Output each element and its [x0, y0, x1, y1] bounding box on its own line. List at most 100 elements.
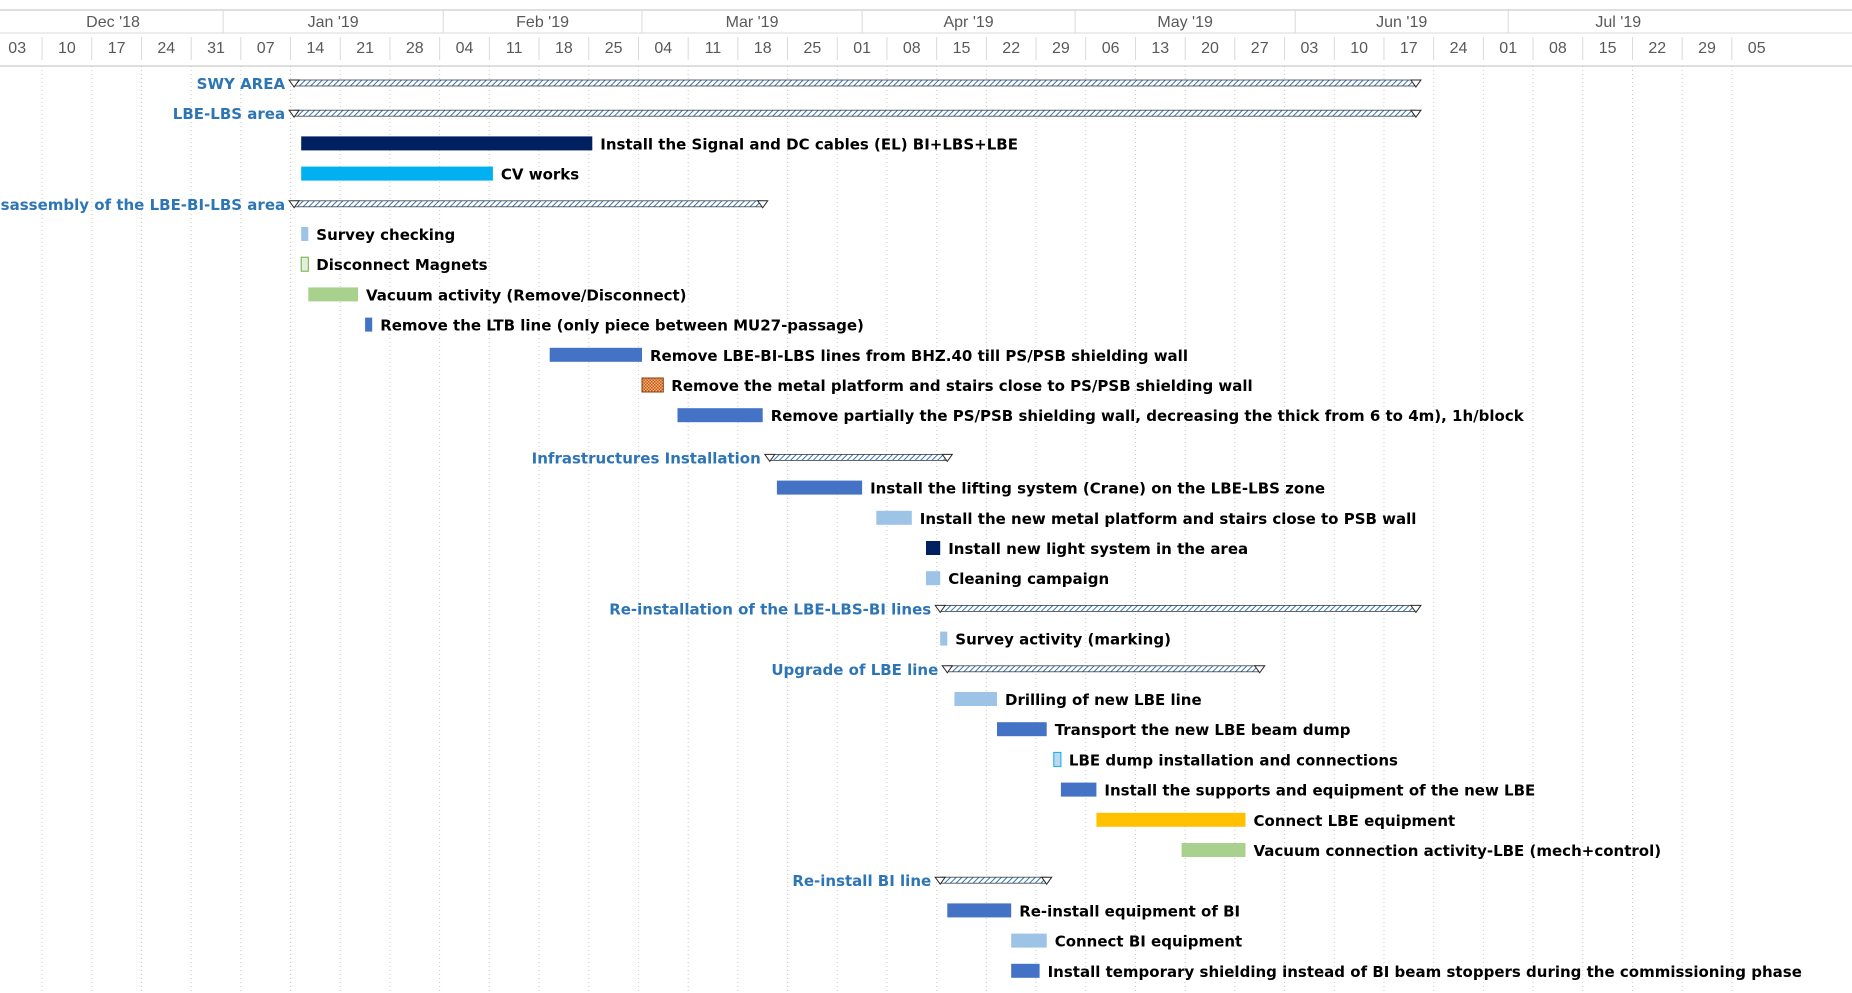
week-label: 15 [953, 40, 971, 57]
task-label: CV works [501, 166, 579, 184]
task-bar [926, 541, 941, 555]
task-bar [926, 571, 941, 586]
task-label: Install temporary shielding instead of B… [1048, 963, 1802, 981]
summary-bar [769, 453, 948, 461]
task-bar [954, 692, 997, 706]
task-label: Survey checking [316, 226, 455, 244]
task-bar [1011, 963, 1040, 978]
task-label: Cleaning campaign [948, 570, 1109, 588]
task-bar [549, 347, 642, 362]
week-label: 20 [1201, 40, 1219, 57]
summary-label: Re-install BI line [792, 872, 931, 890]
week-label: 03 [1301, 40, 1319, 57]
task-bar [776, 480, 863, 495]
task-label: Survey activity (marking) [955, 631, 1171, 649]
week-label: 11 [506, 40, 523, 57]
week-label: 29 [1052, 40, 1070, 57]
task-label: Install the Signal and DC cables (EL) BI… [600, 135, 1018, 153]
task-bars [288, 79, 1422, 978]
task-label: Vacuum activity (Remove/Disconnect) [366, 286, 687, 304]
week-label: 08 [1549, 40, 1567, 57]
task-label: Remove partially the PS/PSB shielding wa… [771, 407, 1525, 425]
week-label: 25 [605, 40, 623, 57]
summary-bar [939, 605, 1417, 612]
week-label: 14 [307, 40, 325, 57]
task-label: Install the new metal platform and stair… [920, 510, 1417, 528]
week-label: 13 [1151, 40, 1169, 57]
timescale-header: Dec '18 Jan '19 Feb '19 Mar '19 Apr '19 May '… [0, 9, 1852, 67]
month-label: Dec '18 [86, 14, 140, 31]
summary-bar [293, 109, 1417, 117]
task-label: LBE dump installation and connections [1069, 751, 1398, 769]
week-label: 24 [1450, 40, 1468, 57]
task-label: Re-install equipment of BI [1019, 902, 1240, 920]
week-label: 17 [1400, 40, 1418, 57]
task-bar [301, 227, 309, 241]
month-label: May '19 [1157, 14, 1213, 31]
task-label: Connect BI equipment [1055, 933, 1243, 951]
month-label: Jul '19 [1595, 14, 1641, 31]
summary-bar [293, 200, 764, 208]
summary-bar [939, 876, 1048, 884]
month-label: Jun '19 [1376, 14, 1427, 31]
summary-label: Disassembly of the LBE-BI-LBS area [0, 196, 285, 214]
summary-label: Infrastructures Installation [532, 449, 761, 467]
task-bar [301, 166, 493, 181]
week-label: 29 [1698, 40, 1716, 57]
week-label: 04 [654, 40, 672, 57]
week-label: 06 [1102, 40, 1120, 57]
task-bar [876, 510, 912, 525]
task-label: Connect LBE equipment [1254, 812, 1456, 830]
task-bar [641, 377, 664, 393]
task-bar [308, 287, 358, 302]
week-label: 04 [456, 40, 474, 57]
week-label: 22 [1648, 40, 1666, 57]
task-bar [1181, 843, 1246, 857]
task-bar [940, 631, 948, 646]
month-label: Jan '19 [308, 14, 359, 31]
task-label: Remove the LTB line (only piece between … [380, 317, 864, 335]
month-label: Apr '19 [943, 14, 993, 31]
task-bar [1053, 751, 1062, 767]
task-label: Install new light system in the area [948, 540, 1248, 558]
week-label: 10 [58, 40, 76, 57]
summary-label: Re-installation of the LBE-LBS-BI lines [609, 600, 931, 618]
week-label: 15 [1599, 40, 1617, 57]
week-label: 11 [705, 40, 722, 57]
week-label: 07 [257, 40, 275, 57]
month-label: Feb '19 [516, 14, 569, 31]
task-label: Remove LBE-BI-LBS lines from BHZ.40 till… [650, 347, 1188, 365]
week-label: 22 [1002, 40, 1020, 57]
summary-label: Upgrade of LBE line [771, 661, 938, 679]
week-label: 18 [555, 40, 573, 57]
week-label: 03 [8, 40, 26, 57]
task-label: Install the supports and equipment of th… [1104, 782, 1535, 800]
week-label: 01 [1499, 40, 1517, 57]
task-bar [300, 256, 309, 272]
gantt-chart: Dec '18 Jan '19 Feb '19 Mar '19 Apr '19 May '… [0, 9, 1852, 993]
task-label: Drilling of new LBE line [1005, 691, 1202, 709]
week-label: 21 [356, 40, 374, 57]
summary-bar [946, 665, 1261, 673]
task-labels: SWY AREA LBE-LBS area Install the Signal a… [0, 75, 1802, 981]
task-bar [301, 136, 593, 151]
task-bar [677, 408, 763, 423]
task-label: Remove the metal platform and stairs clo… [671, 377, 1252, 395]
summary-bar [293, 79, 1417, 87]
task-bar [947, 903, 1012, 918]
week-label: 28 [406, 40, 424, 57]
header-background [0, 10, 1852, 66]
week-label: 24 [157, 40, 175, 57]
task-bar [997, 722, 1047, 737]
week-label: 05 [1748, 40, 1766, 57]
month-label: Mar '19 [726, 14, 779, 31]
week-label: 31 [207, 40, 225, 57]
task-label: Transport the new LBE beam dump [1055, 721, 1351, 739]
task-bar [1011, 933, 1047, 948]
summary-label: LBE-LBS area [173, 105, 285, 123]
week-label: 10 [1350, 40, 1368, 57]
week-label: 18 [754, 40, 772, 57]
task-bar [1060, 782, 1097, 797]
week-label: 17 [108, 40, 126, 57]
task-label: Install the lifting system (Crane) on th… [870, 480, 1325, 498]
